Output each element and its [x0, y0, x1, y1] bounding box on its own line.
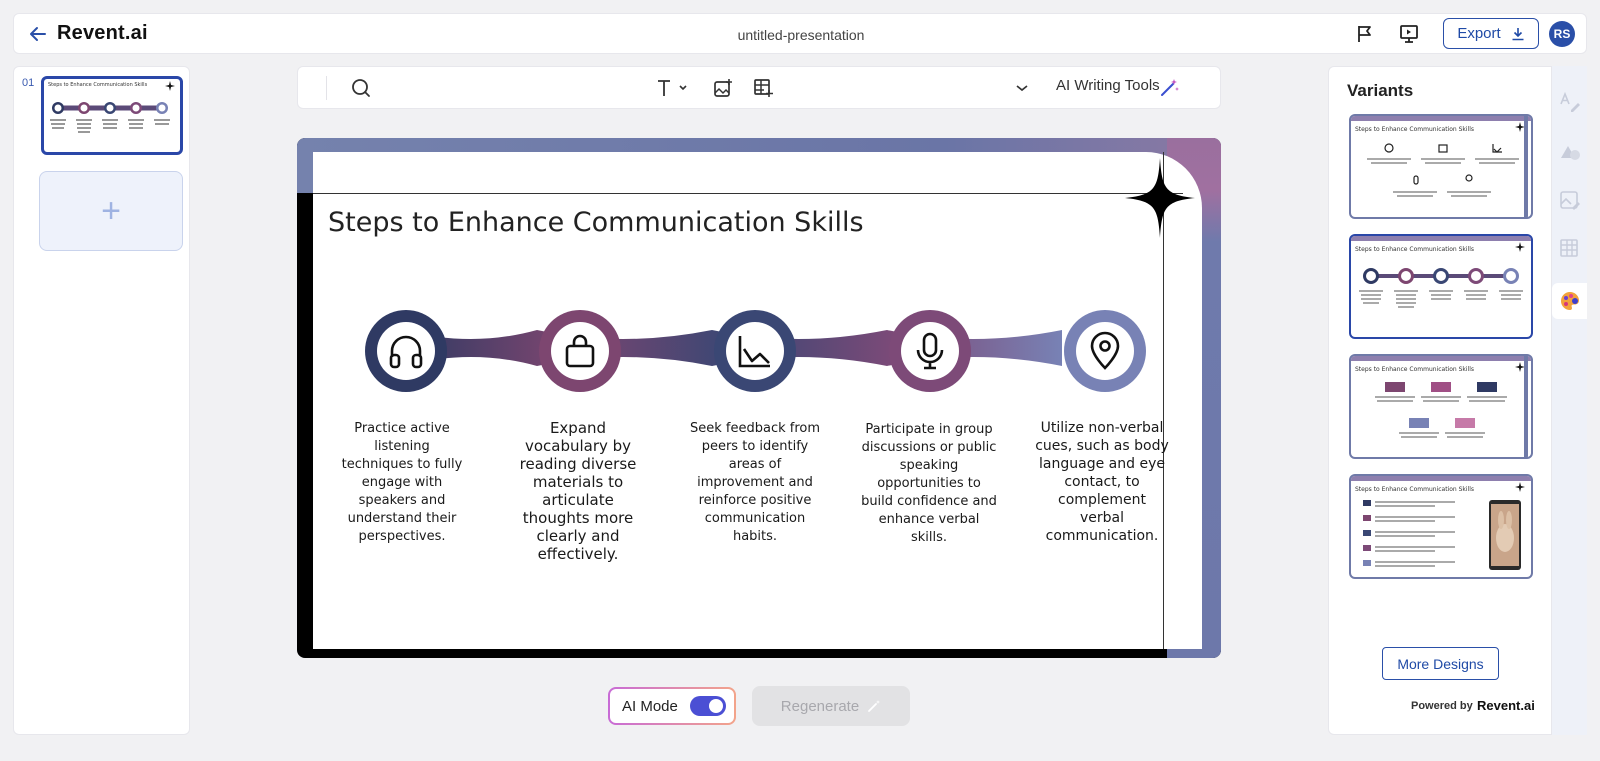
chart-icon	[738, 336, 770, 368]
toolbar-divider	[326, 76, 327, 100]
present-icon[interactable]	[1398, 23, 1420, 45]
variant-preview-numbered-blocks	[1351, 356, 1531, 457]
step-circle-3	[714, 310, 796, 392]
shapes-icon[interactable]	[1558, 140, 1582, 164]
magic-wand-icon[interactable]	[1158, 77, 1180, 99]
microphone-icon	[916, 332, 944, 370]
step-circle-2	[539, 310, 621, 392]
bag-icon	[565, 334, 595, 368]
step-text-4[interactable]: Participate in group discussions or publ…	[861, 421, 997, 547]
variant-card-3[interactable]: Steps to Enhance Communication Skills	[1349, 354, 1533, 459]
insert-image-icon[interactable]	[712, 77, 734, 99]
step-circle-5	[1064, 310, 1146, 392]
location-pin-icon	[1090, 331, 1120, 370]
step-circle-1	[365, 310, 447, 392]
headphones-icon	[389, 335, 423, 369]
download-icon	[1512, 27, 1524, 40]
chevron-down-icon[interactable]	[1014, 77, 1030, 99]
search-icon[interactable]	[350, 77, 372, 99]
step-circle-4	[889, 310, 971, 392]
user-avatar[interactable]: RS	[1549, 21, 1575, 47]
ai-mode-toggle[interactable]	[689, 696, 726, 716]
magic-wand-icon	[868, 700, 881, 712]
variant-card-2[interactable]: Steps to Enhance Communication Skills	[1349, 234, 1533, 339]
variant-preview-icons-grid	[1351, 116, 1531, 217]
thumbnail-preview	[50, 81, 175, 133]
slide-canvas[interactable]: Steps to Enhance Communication Skills Pr…	[297, 138, 1221, 658]
top-header: Revent.ai untitled-presentation Export R…	[13, 13, 1587, 54]
regenerate-label: Regenerate	[780, 697, 860, 715]
export-button[interactable]: Export	[1443, 18, 1539, 49]
step-text-5[interactable]: Utilize non-verbal cues, such as body la…	[1034, 419, 1170, 545]
ai-writing-tools-button[interactable]: AI Writing Tools	[1056, 77, 1160, 94]
slide-divider-line	[313, 193, 1183, 194]
slide-list-panel: 01 Steps to Enhance Communication Skills…	[13, 66, 190, 735]
variant-card-4[interactable]: Steps to Enhance Communication Skills	[1349, 474, 1533, 579]
table-edit-icon[interactable]	[1558, 236, 1582, 260]
insert-table-icon[interactable]	[752, 77, 774, 99]
image-edit-icon[interactable]	[1558, 188, 1582, 212]
document-title[interactable]: untitled-presentation	[14, 27, 1588, 43]
regenerate-button[interactable]: Regenerate	[752, 686, 910, 726]
variant-card-1[interactable]: Steps to Enhance Communication Skills	[1349, 114, 1533, 219]
powered-by-logo[interactable]: Revent.ai	[1477, 698, 1535, 713]
ai-mode-control: AI Mode	[608, 687, 736, 725]
flag-icon[interactable]	[1354, 23, 1376, 45]
step-text-1[interactable]: Practice active listening techniques to …	[337, 420, 467, 546]
slide-number: 01	[22, 77, 35, 89]
slide-thumbnail-1[interactable]: Steps to Enhance Communication Skills	[41, 76, 183, 155]
text-pen-icon[interactable]	[1558, 90, 1582, 114]
ai-mode-label: AI Mode	[622, 697, 678, 715]
step-text-2[interactable]: Expand vocabulary by reading diverse mat…	[513, 419, 643, 563]
more-designs-button[interactable]: More Designs	[1382, 647, 1499, 680]
sparkle-star-icon	[1125, 158, 1195, 238]
slide-title[interactable]: Steps to Enhance Communication Skills	[328, 207, 864, 238]
step-text-3[interactable]: Seek feedback from peers to identify are…	[690, 420, 820, 546]
variant-preview-list-with-photo	[1351, 476, 1531, 570]
palette-icon[interactable]	[1558, 289, 1582, 313]
add-slide-button[interactable]: +	[39, 171, 183, 251]
powered-by-label: Powered by	[1411, 700, 1473, 712]
variant-preview-timeline	[1351, 236, 1531, 308]
variants-panel: Variants Steps to Enhance Communication …	[1328, 66, 1552, 735]
export-label: Export	[1457, 25, 1501, 42]
variants-title: Variants	[1347, 81, 1414, 100]
design-tools-rail	[1552, 66, 1587, 735]
text-style-icon[interactable]	[655, 77, 691, 99]
